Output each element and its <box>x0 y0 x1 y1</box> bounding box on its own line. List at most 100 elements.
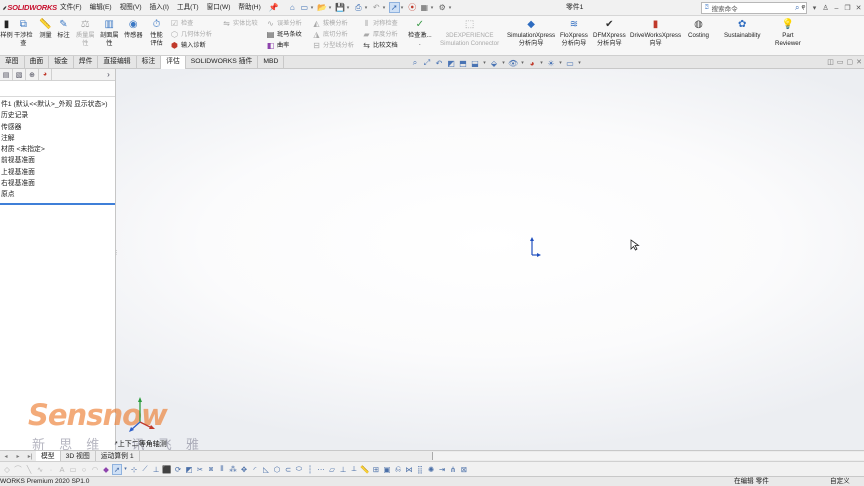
options-dropdown-icon[interactable]: ▾ <box>449 5 454 11</box>
dfmxpress-button[interactable]: ✔ DFMXpress 分析向导 <box>593 19 626 48</box>
tree-filter[interactable] <box>0 83 115 97</box>
sketch-picture-icon[interactable]: ▣ <box>382 465 392 474</box>
tree-root-part[interactable]: 件1 (默认<<默认>_外观 显示状态>) <box>0 99 115 110</box>
smart-dimension-icon[interactable]: ◇ <box>2 465 12 474</box>
section-icon[interactable]: ◩ <box>184 465 194 474</box>
tabs-scroll-end-icon[interactable]: ▸| <box>24 453 36 460</box>
rectangle-icon[interactable]: ▭ <box>68 465 78 474</box>
mirror-icon[interactable]: ⫴ <box>217 464 227 474</box>
part-reviewer-button[interactable]: 💡 Part Reviewer <box>775 19 801 48</box>
user-icon[interactable]: ♙ <box>820 4 831 12</box>
help-question-icon[interactable]: ? <box>798 5 809 12</box>
menu-help[interactable]: 帮助(H) <box>234 0 264 16</box>
symmetry-check-button[interactable]: ⫴ 对称检查 <box>362 19 398 29</box>
deviation-analysis-button[interactable]: ∿ 误差分析 <box>266 19 302 29</box>
geometry-analysis-button[interactable]: ⬡ 几何体分析 <box>170 30 212 40</box>
tab-sketch[interactable]: 草图 <box>0 56 25 68</box>
performance-evaluation-button[interactable]: ⏱ 性能 评估 <box>150 19 163 48</box>
rebuild-icon[interactable]: ▦ <box>419 2 430 13</box>
simulation-connector-button[interactable]: ⬚ 3DEXPERIENCE Simulation Connector <box>440 19 499 48</box>
sketch-snap-icon[interactable]: ⊹ <box>129 465 139 474</box>
sensor-button[interactable]: ◉ 传感器 <box>124 19 143 40</box>
compare-bodies-button[interactable]: ⇋ 实体比较 <box>222 19 258 29</box>
tree-item-top-plane[interactable]: 上视基准面 <box>0 167 115 178</box>
undercut-analysis-button[interactable]: ◮ 底切分析 <box>312 30 347 40</box>
doc-close-icon[interactable]: ✕ <box>856 58 862 66</box>
undo-icon[interactable]: ↶ <box>371 2 382 13</box>
plane-icon[interactable]: ▱ <box>327 465 337 474</box>
trim-icon[interactable]: ✂ <box>195 465 205 474</box>
circular-pattern-icon[interactable]: ✺ <box>426 465 436 474</box>
measure-tool-icon[interactable]: 📏 <box>360 465 370 474</box>
doc-maximize-icon[interactable]: ▢ <box>847 58 854 66</box>
tab-sheet-metal[interactable]: 钣金 <box>49 56 74 68</box>
zoom-to-area-icon[interactable]: ⤢ <box>422 58 432 68</box>
move-icon[interactable]: ✥ <box>239 465 249 474</box>
convert-entities-icon[interactable]: ⎌ <box>393 464 403 474</box>
display-manager-icon[interactable]: ◕ <box>39 68 52 81</box>
tab-direct-editing[interactable]: 直接编辑 <box>98 56 137 68</box>
close-icon[interactable]: ✕ <box>853 4 864 12</box>
tabs-scroll-right-icon[interactable]: ▸ <box>12 453 24 460</box>
linear-pattern-icon[interactable]: ⣿ <box>415 465 425 474</box>
appearance-dropdown-icon[interactable]: ▾ <box>539 60 544 66</box>
split-icon[interactable]: ⋔ <box>448 465 458 474</box>
menu-edit[interactable]: 编辑(E) <box>86 0 116 16</box>
point-icon[interactable]: · <box>46 465 56 474</box>
minimize-icon[interactable]: – <box>831 5 842 12</box>
slot-icon[interactable]: ⊂ <box>283 465 293 474</box>
arc-icon[interactable]: ◠ <box>90 465 100 474</box>
select-icon[interactable]: ➚ <box>112 463 122 475</box>
view-settings-icon[interactable]: ▭ <box>565 59 575 68</box>
solidworks-logo[interactable]: ⸙ SOLIDWORKS <box>0 0 57 16</box>
edit-appearance-icon[interactable]: ◕ <box>527 59 537 68</box>
line-tool-icon[interactable]: ⟋ <box>140 464 150 474</box>
polygon-icon[interactable]: ⬡ <box>272 465 282 474</box>
configuration-manager-icon[interactable]: ⊕ <box>26 68 39 81</box>
new-document-icon[interactable]: ▭ <box>299 2 310 13</box>
tree-item-right-plane[interactable]: 右视基准面 <box>0 178 115 189</box>
section-properties-button[interactable]: ▥ 剖面属 性 <box>100 19 119 48</box>
measure-button[interactable]: 📏 测量 <box>39 19 52 40</box>
property-manager-icon[interactable]: ▧ <box>13 68 26 81</box>
rollback-bar[interactable] <box>0 202 115 205</box>
tab-evaluate[interactable]: 评估 <box>161 56 186 69</box>
status-units-custom[interactable]: 自定义 <box>830 477 850 486</box>
pattern-icon[interactable]: ⁂ <box>228 465 238 474</box>
tab-model[interactable]: 模型 <box>36 450 61 462</box>
axis-icon[interactable]: ⊥ <box>338 465 348 474</box>
coordinate-system-icon[interactable]: ⟂ <box>349 464 359 474</box>
floxpress-button[interactable]: ≋ FloXpress 分析向导 <box>560 19 588 48</box>
tabs-scroll-left-icon[interactable]: ◂ <box>0 453 12 460</box>
section-view-tool-icon[interactable]: ⊞ <box>371 465 381 474</box>
select-dropdown-icon[interactable]: ▾ <box>123 466 128 472</box>
interference-check-button[interactable]: ⧉ 干涉检 查 <box>14 19 33 48</box>
view-settings-dropdown-icon[interactable]: ▾ <box>577 60 582 66</box>
appearance-brush-icon[interactable]: ◆ <box>101 465 111 474</box>
chamfer-icon[interactable]: ◺ <box>261 465 271 474</box>
section-view-icon[interactable]: ◩ <box>446 59 456 68</box>
view-cube-icon[interactable]: ⬛ <box>162 465 172 474</box>
help-dropdown-icon[interactable]: ▾ <box>809 4 820 12</box>
options-gear-icon[interactable]: ⚙ <box>437 2 448 13</box>
previous-view-icon[interactable]: ↶ <box>434 59 444 68</box>
doc-tile-icon[interactable]: ▭ <box>837 58 844 66</box>
check-active-document-button[interactable]: ✓ 检查激... . <box>408 19 432 48</box>
line-icon[interactable]: ╲ <box>24 465 34 474</box>
parting-line-analysis-button[interactable]: ⊟ 分型线分析 <box>312 41 354 51</box>
markup-button[interactable]: ✎ 标注 <box>57 19 70 40</box>
save-icon[interactable]: 💾 <box>335 2 346 13</box>
tree-item-material[interactable]: 材质 <未指定> <box>0 144 115 155</box>
tab-solidworks-addins[interactable]: SOLIDWORKS 插件 <box>186 56 259 68</box>
construction-icon[interactable]: ⋯ <box>316 465 326 474</box>
tree-item-annotations[interactable]: 注解 <box>0 133 115 144</box>
text-icon[interactable]: A <box>57 465 67 474</box>
hide-show-dropdown-icon[interactable]: ▾ <box>520 60 525 66</box>
select-dropdown-icon[interactable]: ▾ <box>401 5 406 11</box>
curvature-button[interactable]: ◧ 曲率 <box>266 41 290 51</box>
sustainability-button[interactable]: ✿ Sustainability <box>724 19 760 40</box>
offset-icon[interactable]: ⧈ <box>206 464 216 474</box>
driveworksxpress-button[interactable]: ▮ DriveWorksXpress 向导 <box>630 19 681 48</box>
menu-file[interactable]: 文件(F) <box>56 0 86 16</box>
ellipse-icon[interactable]: ⬭ <box>294 464 304 474</box>
